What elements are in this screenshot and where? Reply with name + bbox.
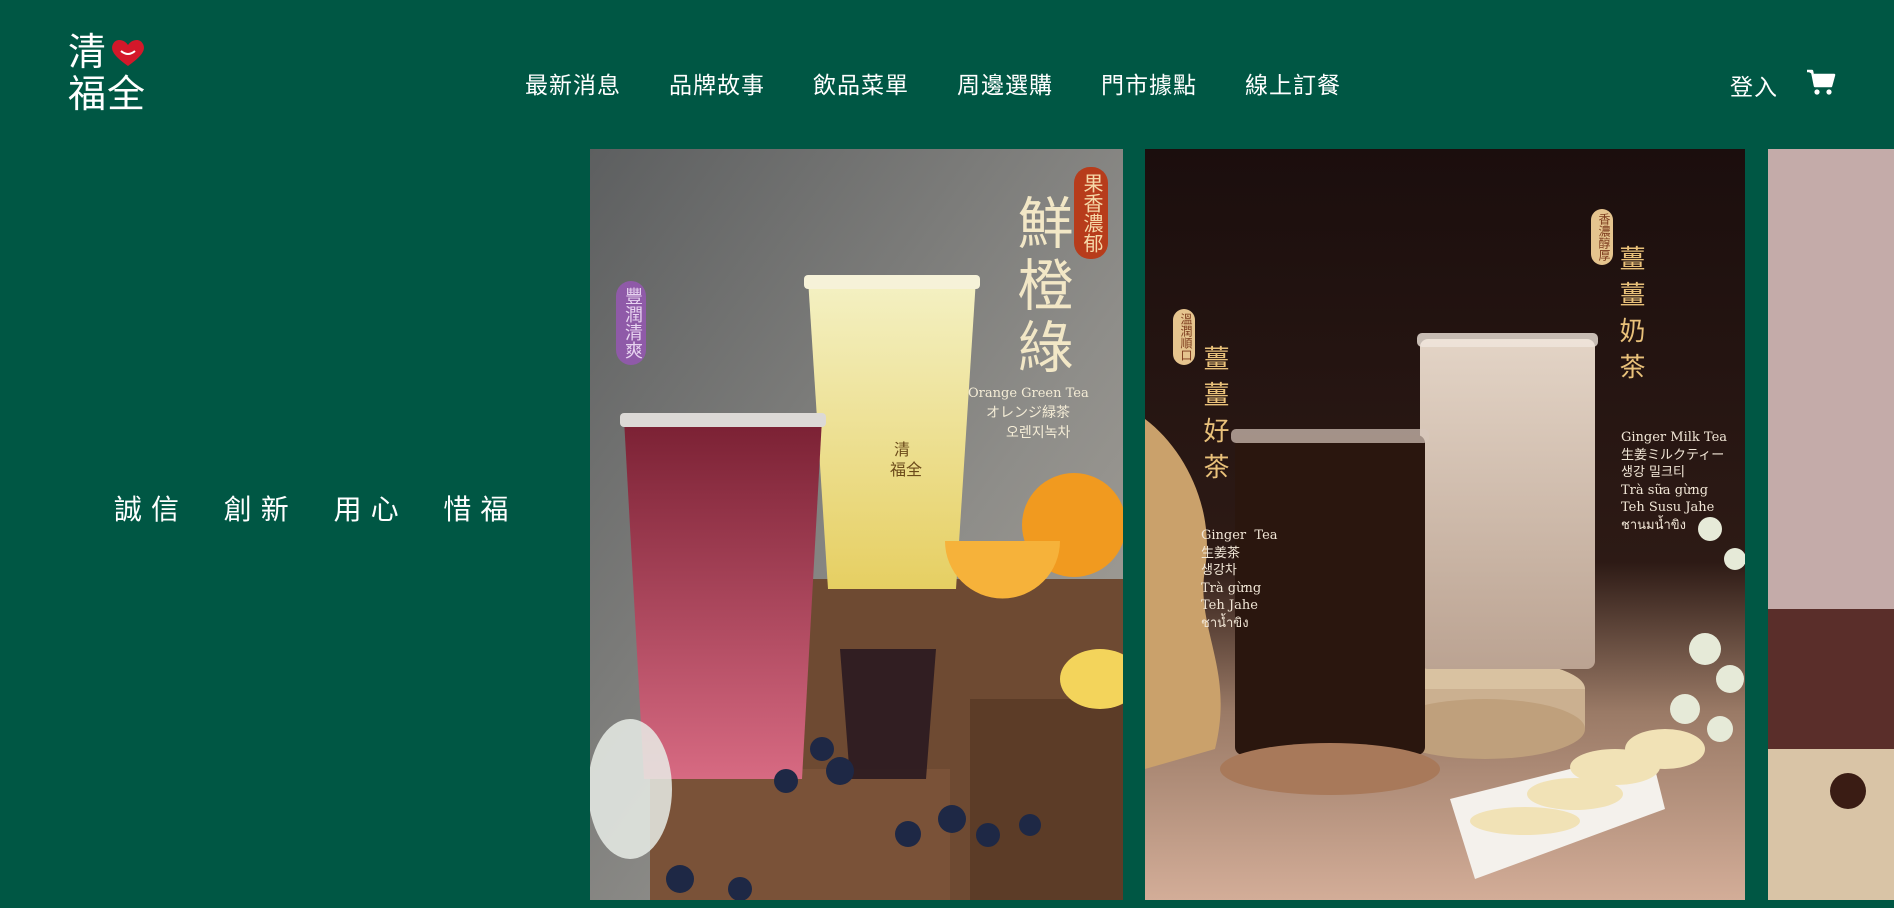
logo-text-top: 清 bbox=[68, 30, 108, 74]
logo-text-bottom: 福全 bbox=[68, 72, 147, 116]
brand-logo[interactable]: 清 福全 bbox=[68, 30, 150, 120]
nav-item-drink-menu[interactable]: 飲品菜單 bbox=[813, 66, 909, 100]
site-header: 清 福全 最新消息 品牌故事 飲品菜單 周邊選購 門市據點 線上訂餐 登入 bbox=[0, 0, 1894, 150]
badge-rich: 香濃醇厚 bbox=[1591, 209, 1613, 265]
ginger-tea-translations: Ginger Tea 生姜茶 생강차 Trà gừng Teh Jahe ชาน… bbox=[1201, 528, 1278, 631]
brand-slogan: 誠信 創新 用心 惜福 bbox=[114, 493, 518, 526]
drink-title-orange-green-tea: 鮮橙綠 bbox=[1008, 194, 1073, 380]
slide-ginger-tea[interactable]: 溫潤順口 薑薑好茶 香濃醇厚 薑薑奶茶 Ginger Tea 生姜茶 생강차 T… bbox=[1145, 149, 1745, 900]
drink-title-ginger-milk-tea: 薑薑奶茶 bbox=[1615, 245, 1645, 389]
nav-item-online-order[interactable]: 線上訂餐 bbox=[1245, 66, 1341, 100]
badge-smooth: 溫潤順口 bbox=[1173, 309, 1195, 365]
nav-item-merch[interactable]: 周邊選購 bbox=[957, 66, 1053, 100]
cup-logo-bottom: 福全 bbox=[890, 460, 923, 479]
subtitle-jp: オレンジ緑茶 bbox=[986, 405, 1070, 421]
heart-icon bbox=[112, 39, 144, 66]
drink-title-ginger-tea: 薑薑好茶 bbox=[1199, 345, 1229, 489]
login-link[interactable]: 登入 bbox=[1730, 68, 1778, 102]
subtitle-kr: 오렌지녹차 bbox=[1006, 425, 1071, 441]
next-slide-photo bbox=[1768, 149, 1894, 900]
slide-next-partial[interactable] bbox=[1768, 149, 1894, 900]
ginger-milk-tea-translations: Ginger Milk Tea 生姜ミルクティー 생강 밀크티 Trà sữa … bbox=[1621, 430, 1728, 533]
nav-item-brand-story[interactable]: 品牌故事 bbox=[669, 66, 765, 100]
badge-fruity: 果香濃郁 bbox=[1074, 167, 1108, 259]
slide-orange-green-tea[interactable]: 果香濃郁 豐潤清爽 鮮橙綠 Orange Green Tea オレンジ緑茶 오렌… bbox=[590, 149, 1123, 900]
cart-icon[interactable] bbox=[1806, 68, 1836, 96]
cup-logo-top: 清 bbox=[894, 440, 911, 459]
nav-item-stores[interactable]: 門市據點 bbox=[1101, 66, 1197, 100]
subtitle-en: Orange Green Tea bbox=[968, 386, 1089, 401]
main-nav: 最新消息 品牌故事 飲品菜單 周邊選購 門市據點 線上訂餐 bbox=[525, 66, 1341, 100]
badge-refreshing: 豐潤清爽 bbox=[616, 281, 646, 365]
nav-item-news[interactable]: 最新消息 bbox=[525, 66, 621, 100]
